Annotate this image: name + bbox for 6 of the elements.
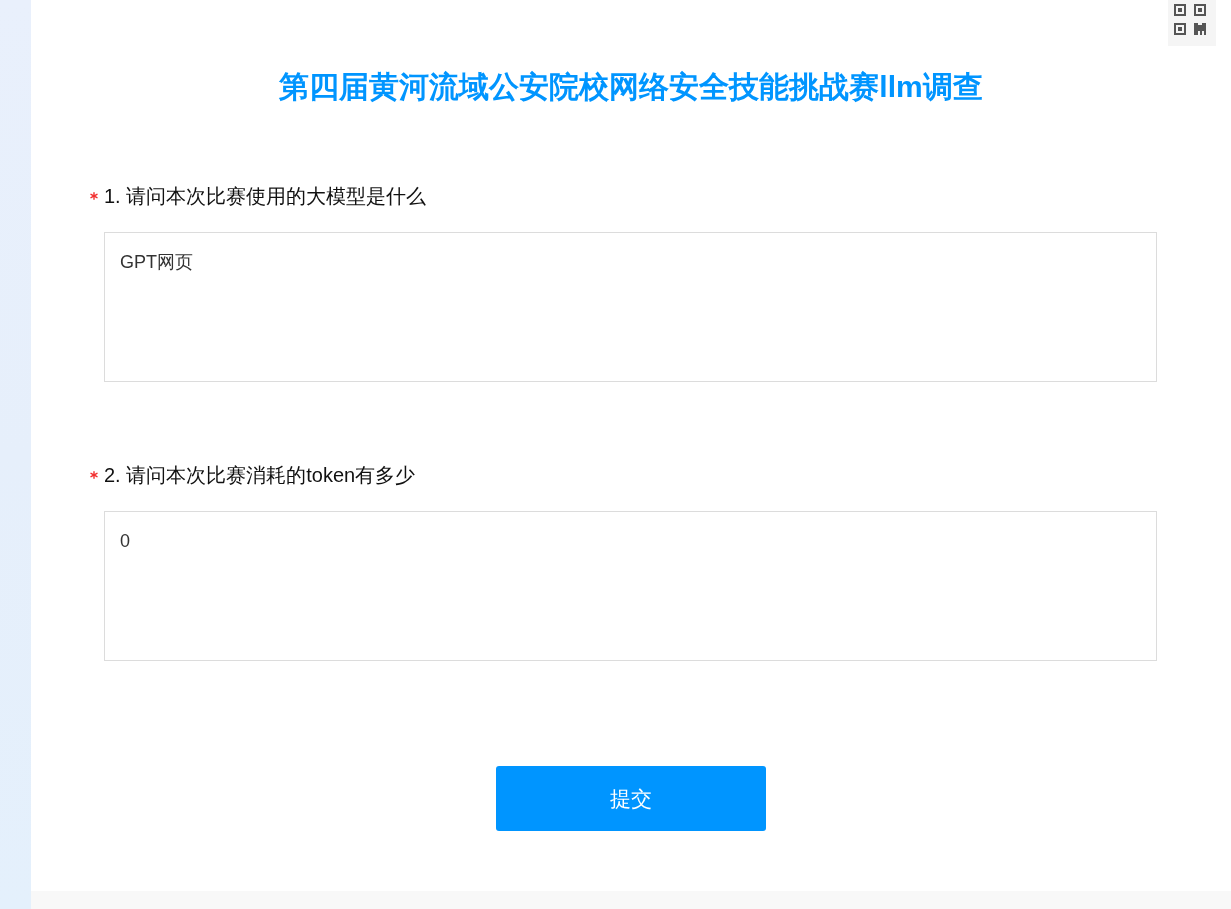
question-label: 2. 请问本次比赛消耗的token有多少 bbox=[104, 463, 416, 488]
survey-title: 第四届黄河流域公安院校网络安全技能挑战赛llm调查 bbox=[278, 69, 984, 105]
question-label: 1. 请问本次比赛使用的大模型是什么 bbox=[104, 184, 427, 209]
answer-field[interactable]: GPT网页 bbox=[104, 232, 1157, 382]
answer-field[interactable]: 0 bbox=[104, 511, 1157, 661]
qr-code-icon[interactable] bbox=[1168, 0, 1216, 46]
